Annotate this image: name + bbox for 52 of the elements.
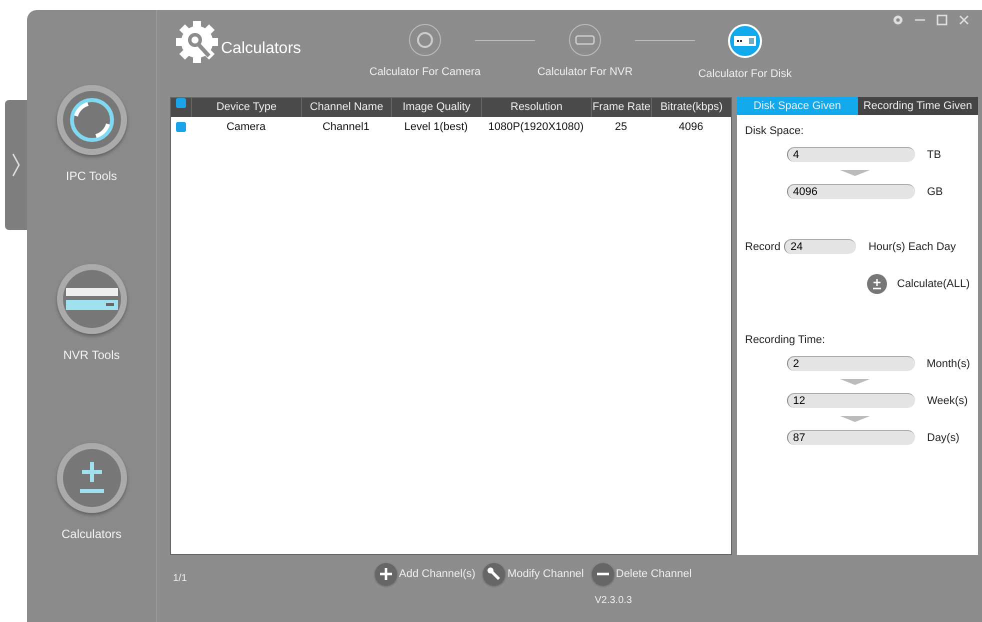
input-field[interactable]: 87 [787, 430, 915, 445]
tab[interactable]: Recording Time Given [858, 97, 978, 115]
chevron-icon [12, 153, 20, 177]
checkbox[interactable] [176, 98, 186, 108]
plus-minus-icon[interactable] [56, 443, 126, 513]
table-cell-text: 25 [614, 120, 628, 132]
recorder-icon[interactable] [569, 24, 601, 56]
section-label: Disk Space: [745, 125, 805, 137]
page-indicator: 1/1 [173, 573, 187, 586]
maximize-icon[interactable] [936, 14, 948, 26]
column-header: Device Type [191, 98, 301, 117]
unit-label: Month(s) [926, 358, 970, 370]
step-label: Calculator For Camera [369, 66, 481, 78]
unit-label: GB [927, 186, 943, 198]
unit-label: TB [927, 148, 942, 160]
step-label: Calculator For Disk [698, 68, 792, 80]
column-header: Bitrate(kbps) [651, 98, 731, 117]
down-arrow-icon [840, 416, 870, 422]
down-arrow-icon [840, 170, 870, 176]
close-icon[interactable] [958, 14, 970, 26]
table-cell-text: Channel1 [321, 120, 371, 132]
app-title: Calculators [221, 40, 302, 58]
unit-label: Day(s) [927, 432, 960, 444]
gear-search-icon [175, 20, 219, 64]
wrench-icon [483, 563, 506, 585]
table-cell-text: 4096 [678, 120, 704, 132]
input-field[interactable]: 2 [787, 356, 915, 371]
column-header: Frame Rate [591, 98, 651, 117]
calculate-button[interactable]: Calculate(ALL) [897, 278, 970, 290]
step-label: Calculator For NVR [537, 66, 633, 78]
input-field[interactable]: 4 [787, 147, 915, 162]
version-label: V2.3.0.3 [594, 595, 632, 606]
column-header: Resolution [481, 98, 591, 117]
down-arrow-icon [840, 379, 870, 385]
unit-label: Hour(s) Each Day [868, 240, 956, 252]
input-field[interactable]: 12 [787, 393, 915, 408]
plus-minus-icon[interactable] [867, 274, 887, 294]
unit-label: Week(s) [927, 394, 968, 406]
record-label: Record [745, 240, 780, 252]
settings-icon[interactable] [892, 14, 904, 26]
table-cell-text: Level 1(best) [403, 120, 469, 132]
checkbox[interactable] [176, 122, 186, 132]
input-field[interactable]: 24 [784, 239, 856, 254]
section-label: Recording Time: [745, 334, 826, 346]
recorder-icon[interactable] [56, 264, 126, 334]
input-field[interactable]: 4096 [787, 184, 915, 199]
table-cell-text: Camera [225, 120, 267, 132]
column-header: Channel Name [301, 98, 391, 117]
minus-icon [592, 563, 614, 585]
column-header: Image Quality [391, 98, 481, 117]
plus-icon [375, 563, 397, 585]
table-cell-text: 1080P(1920X1080) [487, 120, 585, 132]
